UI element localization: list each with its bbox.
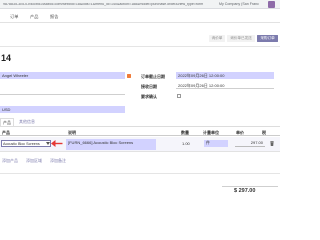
top-navbar (0, 9, 280, 23)
chevron-down-icon[interactable] (45, 142, 50, 145)
page-title: 14 (1, 53, 12, 63)
total-divider (222, 186, 278, 187)
receipt-date-field[interactable]: 2022年09月26日 12:00:00 (176, 82, 274, 89)
currency-field[interactable]: USD (0, 106, 125, 113)
order-total: $ 297.00 (234, 188, 256, 194)
vendor-reference-field[interactable] (0, 88, 125, 95)
nav-item-orders[interactable]: 订单 (10, 14, 18, 19)
annotation-arrow-icon (51, 139, 63, 147)
add-section-link[interactable]: 添加区域 (26, 159, 42, 163)
control-panel-divider (0, 46, 280, 47)
column-header-uom[interactable]: 计量单位 (203, 130, 219, 135)
stage-rfq-sent[interactable]: 询价单已发送 (227, 35, 255, 42)
trash-icon[interactable] (270, 141, 274, 146)
column-header-taxes[interactable]: 税 (262, 130, 266, 135)
nav-item-products[interactable]: 产品 (30, 14, 38, 19)
column-header-product[interactable]: 产品 (2, 130, 10, 135)
confirm-label: 要求确认 (141, 93, 157, 99)
stage-rfq[interactable]: 询价单 (209, 35, 225, 42)
product-input[interactable]: Acoustic Bloc Screens (1, 140, 51, 147)
url-field[interactable]: 9878835-3c5-0-b4ccbd14saboc.com/web#id=1… (3, 3, 208, 7)
add-note-link[interactable]: 添加备注 (50, 159, 66, 163)
uom-field[interactable]: 件 (204, 140, 228, 147)
unit-price-field[interactable]: 297.00 (235, 140, 265, 147)
company-switcher[interactable]: My Company (San Franc (219, 2, 259, 7)
order-deadline-field[interactable]: 2022年09月26日 12:00:00 (176, 72, 274, 79)
tab-divider (0, 125, 280, 126)
column-header-description[interactable]: 说明 (68, 130, 76, 135)
nav-item-reporting[interactable]: 报告 (50, 14, 58, 19)
column-header-unit-price[interactable]: 单价 (236, 130, 244, 135)
add-product-link[interactable]: 添加产品 (2, 159, 18, 163)
user-avatar[interactable] (268, 1, 275, 8)
external-link-icon[interactable] (127, 73, 131, 78)
lines-divider (0, 173, 280, 174)
receipt-date-label: 接收日期 (141, 83, 157, 89)
vendor-field[interactable]: Angel Wheeler (0, 72, 125, 79)
quantity-field[interactable]: 1.00 (182, 141, 190, 146)
column-header-quantity[interactable]: 数量 (181, 130, 189, 135)
tab-other-info[interactable]: 其他信息 (17, 118, 37, 126)
confirm-checkbox[interactable] (177, 94, 181, 98)
tab-products[interactable]: 产品 (0, 118, 14, 126)
stage-purchase-order[interactable]: 采购订单 (257, 35, 278, 42)
description-field[interactable]: [FURN_6666] Acoustic Bloc Screens (66, 139, 156, 150)
order-deadline-label: 订单截止日期 (141, 73, 165, 79)
